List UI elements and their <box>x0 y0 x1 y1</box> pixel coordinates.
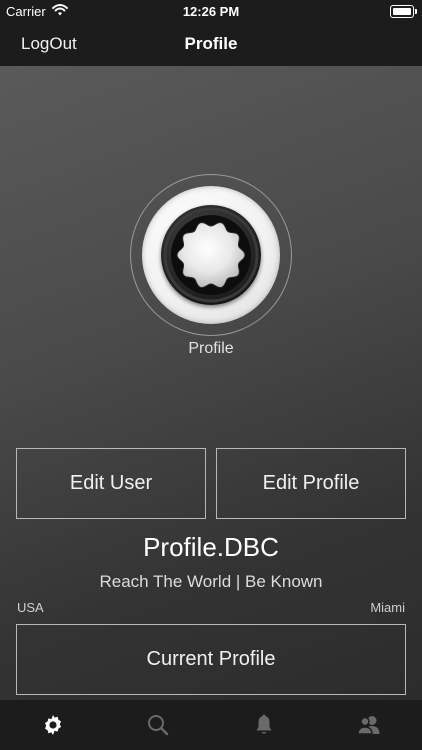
battery-icon <box>390 5 417 18</box>
search-icon <box>148 715 169 736</box>
tab-settings[interactable] <box>0 700 106 750</box>
gear-icon <box>44 715 61 735</box>
edit-user-button[interactable]: Edit User <box>16 448 206 519</box>
edit-profile-button[interactable]: Edit Profile <box>216 448 406 519</box>
tab-contacts[interactable] <box>317 700 422 750</box>
profile-country: USA <box>17 600 44 615</box>
users-icon <box>357 716 380 735</box>
knob-graphic <box>163 207 259 303</box>
profile-knob-icon <box>161 205 261 305</box>
navigation-bar: LogOut Profile <box>0 22 422 66</box>
avatar[interactable] <box>130 174 292 336</box>
tab-search[interactable] <box>106 700 212 750</box>
bell-icon <box>256 714 272 734</box>
avatar-ring <box>142 186 280 324</box>
status-time: 12:26 PM <box>182 4 240 19</box>
tab-bar <box>0 700 422 750</box>
tab-notifications[interactable] <box>211 700 317 750</box>
profile-tagline: Reach The World | Be Known <box>99 572 323 591</box>
page-title: Profile <box>184 34 238 53</box>
current-profile-button[interactable]: Current Profile <box>16 624 406 695</box>
avatar-caption: Profile <box>188 340 234 357</box>
profile-content: Profile Edit User Edit Profile Profile.D… <box>0 66 422 700</box>
profile-name: Profile.DBC <box>143 532 279 562</box>
status-bar: Carrier 12:26 PM <box>0 0 422 22</box>
profile-city: Miami <box>370 600 405 615</box>
